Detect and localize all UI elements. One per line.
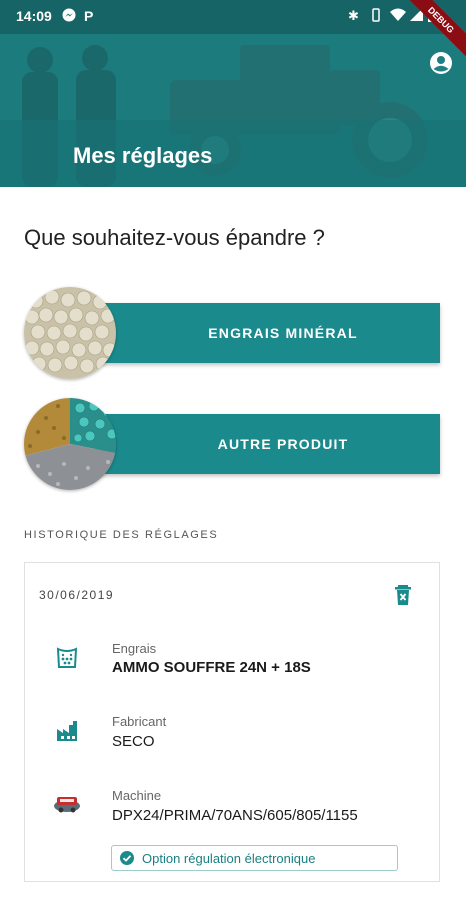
machine-value: DPX24/PRIMA/70ANS/605/805/1155 [112,807,358,824]
status-bar: 14:09 P ✱ [0,0,466,34]
machine-label: Machine [112,788,162,803]
mixed-products-image[interactable] [24,398,116,490]
fertilizer-bag-icon [53,644,81,672]
history-section-title: HISTORIQUE DES RÉGLAGES [24,529,219,541]
vibrate-icon [370,8,382,25]
product-question: Que souhaitez-vous épandre ? [24,225,325,250]
account-circle-icon[interactable] [428,50,454,76]
bluetooth-icon: ✱ [348,8,359,23]
manufacturer-value: SECO [112,733,155,750]
other-product-button[interactable]: AUTRE PRODUIT [96,414,440,474]
history-date: 30/06/2019 [39,588,115,602]
trash-icon[interactable] [393,583,413,607]
option-label: Option régulation électronique [142,850,316,866]
page-title: Mes réglages [73,143,213,168]
parking-icon: P [84,8,94,24]
messenger-icon [62,8,76,25]
manufacturer-label: Fabricant [112,714,167,729]
fertilizer-granules-image[interactable] [24,287,116,379]
status-time: 14:09 [16,8,52,24]
fertilizer-label: Engrais [112,641,157,656]
check-circle-icon [120,851,134,865]
spreader-machine-icon [53,790,81,818]
fertilizer-value: AMMO SOUFFRE 24N + 18S [112,659,311,676]
app-header: 14:09 P ✱ DEBUG Mes réglages [0,0,466,187]
history-card[interactable]: 30/06/2019 Engrais AMMO SOUFFRE 24N + 18… [24,562,440,882]
wifi-icon [390,8,406,24]
mineral-fertilizer-button[interactable]: ENGRAIS MINÉRAL [96,303,440,363]
electronic-regulation-option[interactable]: Option régulation électronique [111,845,398,871]
factory-icon [53,717,81,745]
